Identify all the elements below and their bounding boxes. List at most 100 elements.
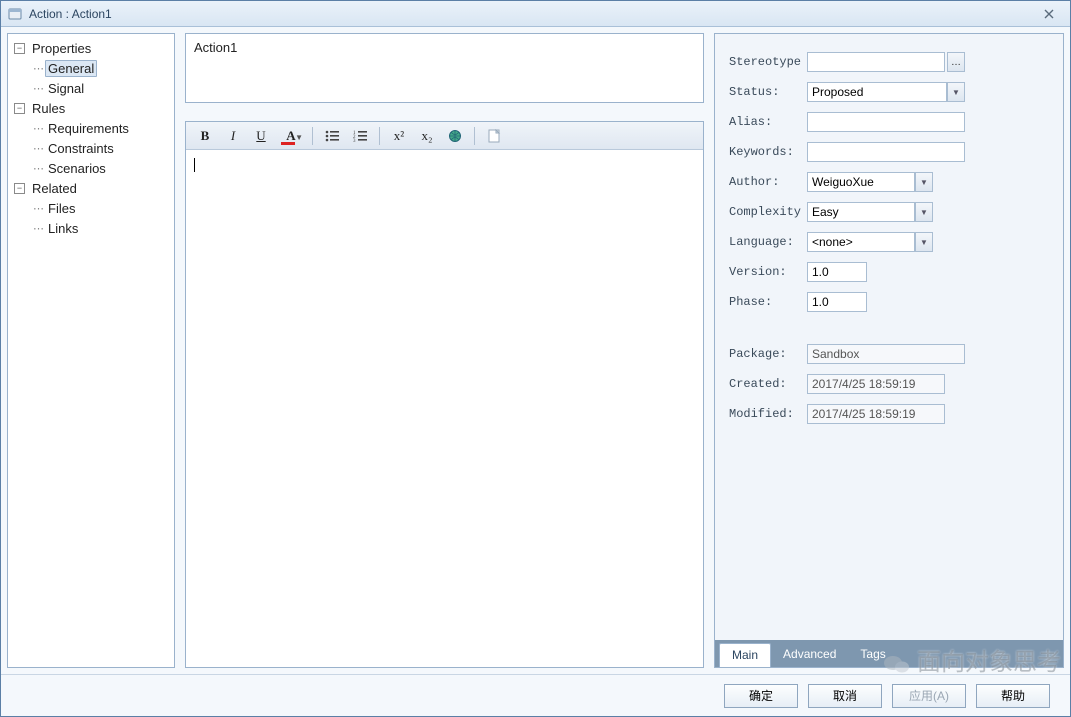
keywords-input[interactable] (807, 142, 965, 162)
tree-node-scenarios[interactable]: ⋯ Scenarios (10, 158, 172, 178)
complexity-select[interactable] (807, 202, 915, 222)
stereotype-browse-button[interactable]: … (947, 52, 965, 72)
tree-node-signal[interactable]: ⋯ Signal (10, 78, 172, 98)
tree-label: Files (45, 200, 78, 217)
tab-tags[interactable]: Tags (848, 643, 897, 667)
collapse-icon[interactable]: − (14, 103, 25, 114)
cancel-button[interactable]: 取消 (808, 684, 882, 708)
tree-label: Constraints (45, 140, 117, 157)
status-label: Status: (729, 85, 807, 99)
author-select[interactable] (807, 172, 915, 192)
separator (379, 127, 380, 145)
tree-node-general[interactable]: ⋯ General (10, 58, 172, 78)
properties-pane: Stereotype … Status: ▼ Alias: Keywords: (714, 33, 1064, 668)
nav-tree: − Properties ⋯ General ⋯ Signal − Rules … (7, 33, 175, 668)
properties-form: Stereotype … Status: ▼ Alias: Keywords: (714, 33, 1064, 640)
modified-field (807, 404, 945, 424)
stereotype-label: Stereotype (729, 55, 807, 69)
new-note-button[interactable] (483, 125, 505, 147)
tree-connector-icon: ⋯ (33, 162, 43, 175)
numbered-list-button[interactable]: 123 (349, 125, 371, 147)
stereotype-input[interactable] (807, 52, 945, 72)
dialog-body: − Properties ⋯ General ⋯ Signal − Rules … (1, 27, 1070, 674)
tree-node-properties[interactable]: − Properties (10, 38, 172, 58)
tree-connector-icon: ⋯ (33, 82, 43, 95)
tree-label: Related (29, 180, 80, 197)
keywords-label: Keywords: (729, 145, 807, 159)
dialog-footer: 确定 取消 应用(A) 帮助 (1, 674, 1070, 716)
italic-button[interactable]: I (222, 125, 244, 147)
dialog-window: Action : Action1 − Properties ⋯ General … (0, 0, 1071, 717)
svg-text:3: 3 (353, 139, 356, 142)
chevron-down-icon[interactable]: ▼ (947, 82, 965, 102)
separator (312, 127, 313, 145)
tree-connector-icon: ⋯ (33, 122, 43, 135)
center-pane: Action1 B I U A ▼ 1 (175, 33, 714, 668)
tree-connector-icon: ⋯ (33, 62, 43, 75)
tree-connector-icon: ⋯ (33, 222, 43, 235)
tree-label: Requirements (45, 120, 132, 137)
chevron-down-icon[interactable]: ▼ (915, 232, 933, 252)
superscript-button[interactable]: x² (388, 125, 410, 147)
tab-advanced[interactable]: Advanced (771, 643, 848, 667)
tree-label: Properties (29, 40, 94, 57)
status-select[interactable] (807, 82, 947, 102)
version-input[interactable] (807, 262, 867, 282)
font-color-swatch (281, 142, 295, 145)
font-color-button[interactable]: A ▼ (278, 125, 304, 147)
tree-node-requirements[interactable]: ⋯ Requirements (10, 118, 172, 138)
text-caret (194, 158, 195, 172)
collapse-icon[interactable]: − (14, 43, 25, 54)
tree-label: Rules (29, 100, 68, 117)
complexity-label: Complexity (729, 205, 807, 219)
chevron-down-icon[interactable]: ▼ (915, 172, 933, 192)
tree-node-constraints[interactable]: ⋯ Constraints (10, 138, 172, 158)
tree-node-related[interactable]: − Related (10, 178, 172, 198)
name-field[interactable]: Action1 (185, 33, 704, 103)
close-button[interactable] (1034, 5, 1064, 23)
tree-label: Links (45, 220, 81, 237)
insert-hyperlink-button[interactable] (444, 125, 466, 147)
subscript-button[interactable]: x₂ (416, 125, 438, 147)
app-icon (7, 6, 23, 22)
underline-button[interactable]: U (250, 125, 272, 147)
language-label: Language: (729, 235, 807, 249)
apply-button[interactable]: 应用(A) (892, 684, 966, 708)
created-field (807, 374, 945, 394)
notes-editor: B I U A ▼ 123 x² (185, 121, 704, 668)
tree-node-rules[interactable]: − Rules (10, 98, 172, 118)
tree-connector-icon: ⋯ (33, 202, 43, 215)
tree-label: Signal (45, 80, 87, 97)
window-title: Action : Action1 (29, 7, 112, 21)
editor-toolbar: B I U A ▼ 123 x² (186, 122, 703, 150)
author-label: Author: (729, 175, 807, 189)
bold-button[interactable]: B (194, 125, 216, 147)
collapse-icon[interactable]: − (14, 183, 25, 194)
properties-tabs: Main Advanced Tags (714, 640, 1064, 668)
titlebar: Action : Action1 (1, 1, 1070, 27)
language-select[interactable] (807, 232, 915, 252)
separator (474, 127, 475, 145)
phase-label: Phase: (729, 295, 807, 309)
element-name: Action1 (194, 40, 237, 55)
chevron-down-icon: ▼ (295, 133, 303, 142)
phase-input[interactable] (807, 292, 867, 312)
tree-connector-icon: ⋯ (33, 142, 43, 155)
modified-label: Modified: (729, 407, 807, 421)
package-label: Package: (729, 347, 807, 361)
notes-textarea[interactable] (186, 150, 703, 667)
tree-label: Scenarios (45, 160, 109, 177)
alias-label: Alias: (729, 115, 807, 129)
ok-button[interactable]: 确定 (724, 684, 798, 708)
tab-main[interactable]: Main (719, 643, 771, 667)
created-label: Created: (729, 377, 807, 391)
bullet-list-button[interactable] (321, 125, 343, 147)
chevron-down-icon[interactable]: ▼ (915, 202, 933, 222)
tree-label: General (45, 60, 97, 77)
package-field (807, 344, 965, 364)
alias-input[interactable] (807, 112, 965, 132)
tree-node-links[interactable]: ⋯ Links (10, 218, 172, 238)
version-label: Version: (729, 265, 807, 279)
help-button[interactable]: 帮助 (976, 684, 1050, 708)
tree-node-files[interactable]: ⋯ Files (10, 198, 172, 218)
